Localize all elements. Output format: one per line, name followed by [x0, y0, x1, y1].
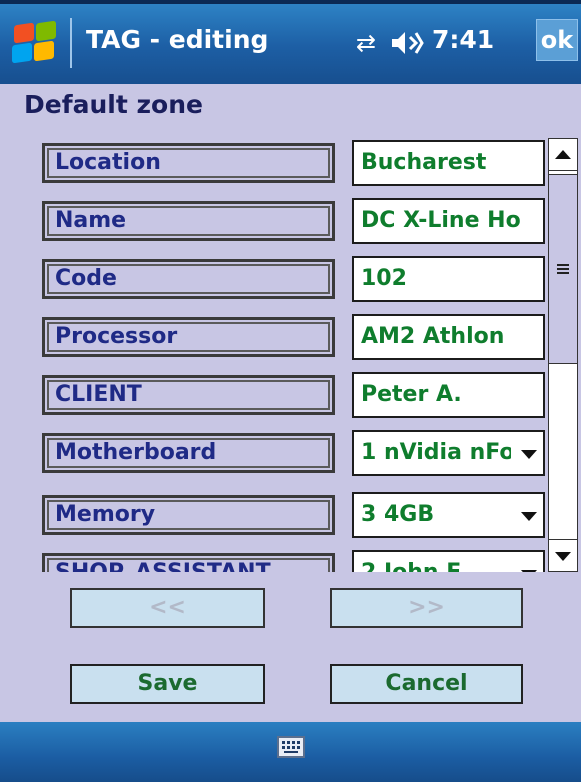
field-label-motherboard: Motherboard	[42, 433, 335, 473]
field-value-location[interactable]: Bucharest	[352, 140, 545, 186]
cancel-button[interactable]: Cancel	[330, 664, 523, 704]
scroll-up-arrow-icon[interactable]	[549, 139, 577, 171]
ok-button[interactable]: ok	[536, 19, 578, 61]
zone-title: Default zone	[24, 90, 203, 119]
field-value-processor[interactable]: AM2 Athlon	[352, 314, 545, 360]
title-separator	[70, 18, 72, 68]
connectivity-icon[interactable]: ⇄	[349, 28, 383, 58]
field-label-code: Code	[42, 259, 335, 299]
windows-start-logo-icon[interactable]	[12, 20, 60, 66]
app-title: TAG - editing	[86, 25, 269, 54]
scroll-down-arrow-icon[interactable]	[549, 539, 577, 571]
shop-assistant-dropdown[interactable]: 2 John F.	[352, 550, 545, 572]
field-value-client[interactable]: Peter A.	[352, 372, 545, 418]
clock[interactable]: 7:41	[432, 25, 494, 54]
field-label-memory: Memory	[42, 495, 335, 535]
field-value-name[interactable]: DC X-Line Ho	[352, 198, 545, 244]
vertical-scrollbar[interactable]	[548, 138, 578, 572]
volume-icon[interactable]	[390, 28, 424, 58]
keyboard-icon[interactable]	[277, 736, 305, 758]
top-strip	[0, 0, 581, 4]
memory-dropdown[interactable]: 3 4GB	[352, 492, 545, 538]
chevron-down-icon[interactable]	[521, 570, 537, 572]
field-label-location: Location	[42, 143, 335, 183]
field-value-code[interactable]: 102	[352, 256, 545, 302]
scroll-thumb[interactable]	[549, 174, 577, 364]
shop-assistant-dropdown-value: 2 John F.	[361, 560, 466, 572]
save-button[interactable]: Save	[70, 664, 265, 704]
field-label-processor: Processor	[42, 317, 335, 357]
chevron-down-icon[interactable]	[521, 450, 537, 459]
chevron-down-icon[interactable]	[521, 512, 537, 521]
motherboard-dropdown-value: 1 nVidia nFo	[361, 440, 515, 465]
field-label-client: CLIENT	[42, 375, 335, 415]
memory-dropdown-value: 3 4GB	[361, 502, 435, 527]
title-bar: TAG - editing ⇄ 7:41 ok	[0, 0, 581, 84]
scroll-grip-icon	[557, 264, 569, 274]
field-label-name: Name	[42, 201, 335, 241]
motherboard-dropdown[interactable]: 1 nVidia nFo	[352, 430, 545, 476]
previous-button[interactable]: <<	[70, 588, 265, 628]
field-label-shop-assistant: SHOP_ASSISTANT	[42, 553, 335, 572]
next-button[interactable]: >>	[330, 588, 523, 628]
form-fields: Location Bucharest Name DC X-Line Ho Cod…	[0, 138, 548, 572]
bottom-bar	[0, 722, 581, 782]
